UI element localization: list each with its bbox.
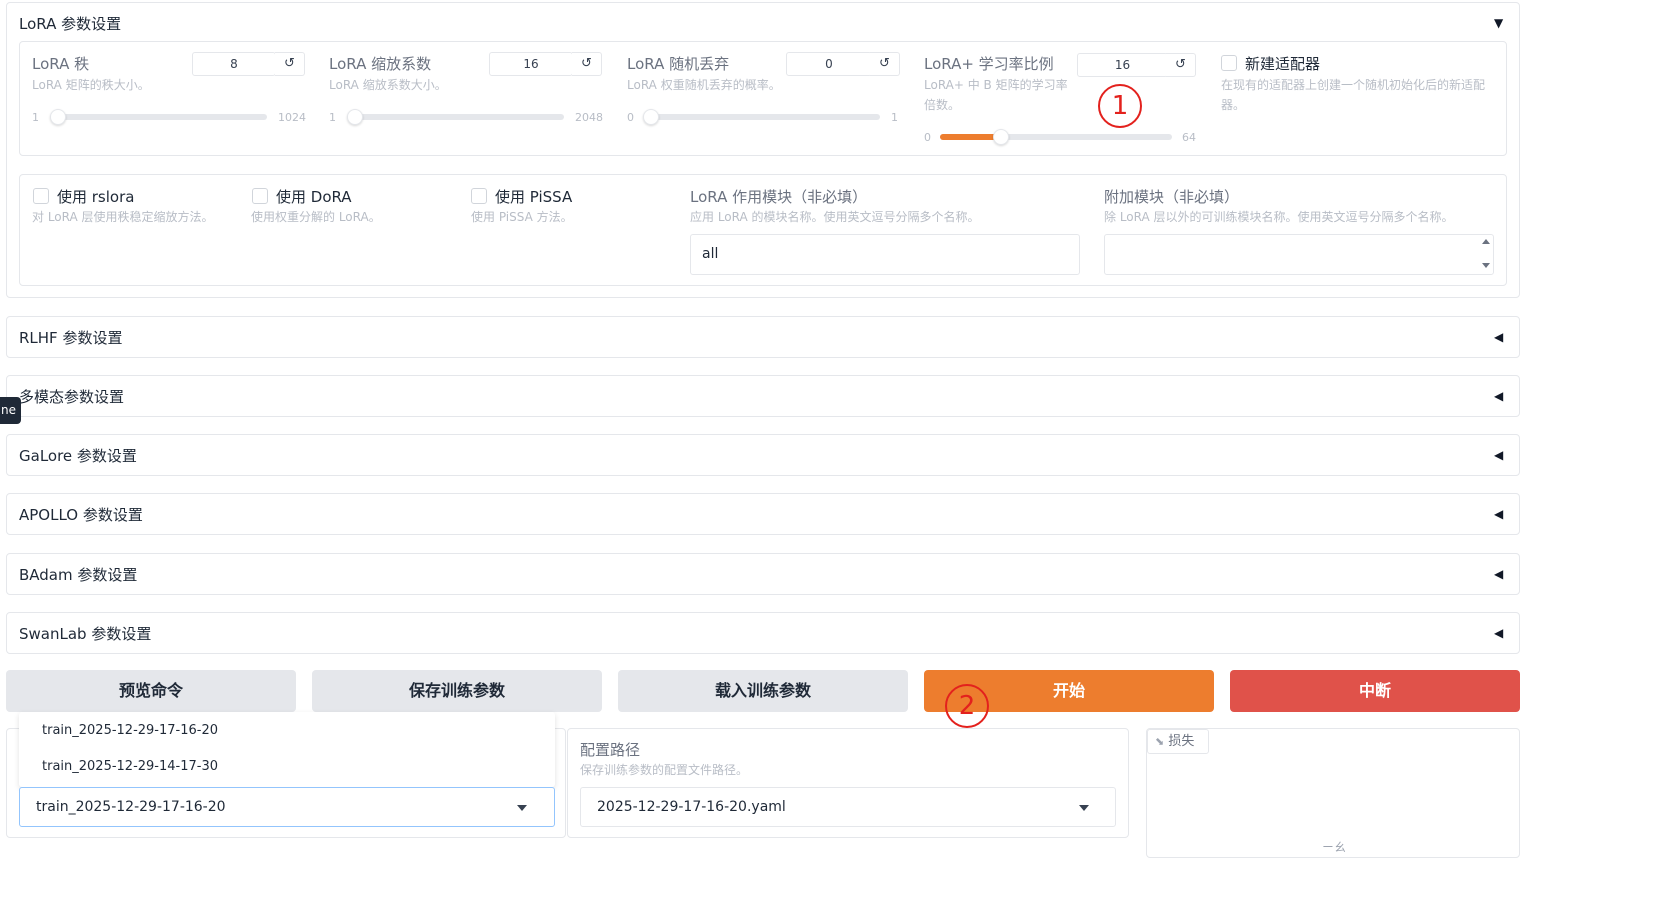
lora-target-info: 应用 LoRA 的模块名称。使用英文逗号分隔多个名称。 xyxy=(690,210,980,224)
accordion-apollo[interactable] xyxy=(6,493,1520,535)
lora-alpha-slider[interactable] xyxy=(347,114,564,120)
accordion-apollo-title[interactable]: APOLLO 参数设置 xyxy=(19,504,143,525)
accordion-swanlab-title[interactable]: SwanLab 参数设置 xyxy=(19,623,151,644)
accordion-rlhf-arrow-icon[interactable]: ◀ xyxy=(1494,330,1503,344)
loraplus-lr-ratio-slider-thumb[interactable] xyxy=(993,129,1009,145)
lora-dropout-input[interactable]: 0 xyxy=(786,52,872,76)
create-new-adapter-info: 在现有的适配器上创建一个随机初始化后的新适配器。 xyxy=(1221,78,1486,112)
loraplus-lr-ratio-max: 64 xyxy=(1182,131,1196,144)
lora-alpha-slider-thumb[interactable] xyxy=(347,109,363,125)
use-rslora-label[interactable]: 使用 rslora xyxy=(57,186,134,207)
lora-rank-slider[interactable] xyxy=(50,114,267,120)
lora-dropout-max: 1 xyxy=(891,111,898,124)
use-pissa-label[interactable]: 使用 PiSSA xyxy=(495,186,572,207)
chart-icon: ⬊ xyxy=(1155,735,1165,748)
loraplus-lr-ratio-min: 0 xyxy=(924,131,931,144)
use-dora-label[interactable]: 使用 DoRA xyxy=(276,186,352,207)
use-rslora-checkbox[interactable] xyxy=(33,188,49,204)
lora-alpha-input[interactable]: 16 xyxy=(489,52,573,76)
loraplus-lr-ratio-input[interactable]: 16 xyxy=(1077,53,1168,77)
lora-rank-min: 1 xyxy=(32,111,39,124)
lora-accordion-title[interactable]: LoRA 参数设置 xyxy=(19,13,121,34)
load-args-button[interactable]: 载入训练参数 xyxy=(618,670,908,712)
use-rslora-info: 对 LoRA 层使用秩稳定缩放方法。 xyxy=(32,210,214,224)
output-dir-chevron-down-icon[interactable] xyxy=(517,805,527,811)
accordion-galore[interactable] xyxy=(6,434,1520,476)
lora-alpha-reset-icon[interactable]: ↺ xyxy=(572,52,602,76)
annotation-marker-2-label: 2 xyxy=(958,691,976,721)
loraplus-lr-ratio-info: LoRA+ 中 B 矩阵的学习率倍数。 xyxy=(924,78,1068,112)
abort-button[interactable]: 中断 xyxy=(1230,670,1520,712)
use-pissa-checkbox[interactable] xyxy=(471,188,487,204)
lora-rank-reset-icon[interactable]: ↺ xyxy=(275,52,305,76)
lora-rank-label: LoRA 秩 xyxy=(32,55,90,73)
accordion-rlhf-title[interactable]: RLHF 参数设置 xyxy=(19,327,122,348)
scroll-down-icon[interactable] xyxy=(1482,263,1490,268)
loss-plot-label-tag: ⬊ 损失 xyxy=(1147,729,1209,754)
additional-target-label: 附加模块（非必填） xyxy=(1104,188,1240,206)
additional-target-input[interactable] xyxy=(1104,234,1494,275)
lora-rank-max: 1024 xyxy=(278,111,306,124)
create-new-adapter-label[interactable]: 新建适配器 xyxy=(1245,53,1320,74)
use-dora-checkbox[interactable] xyxy=(252,188,268,204)
output-dir-option[interactable]: train_2025-12-29-17-16-20 xyxy=(42,723,218,738)
lora-dropout-min: 0 xyxy=(627,111,634,124)
accordion-badam-title[interactable]: BAdam 参数设置 xyxy=(19,564,137,585)
lora-rank-info: LoRA 矩阵的秩大小。 xyxy=(32,78,150,92)
loraplus-lr-ratio-reset-icon[interactable]: ↺ xyxy=(1166,53,1196,77)
lora-target-value: all xyxy=(702,246,719,262)
output-dir-selected: train_2025-12-29-17-16-20 xyxy=(36,799,226,815)
lora-rank-slider-thumb[interactable] xyxy=(50,109,66,125)
annotation-marker-1-label: 1 xyxy=(1111,91,1129,121)
config-path-chevron-down-icon[interactable] xyxy=(1079,805,1089,811)
accordion-badam[interactable] xyxy=(6,553,1520,595)
accordion-galore-arrow-icon[interactable]: ◀ xyxy=(1494,448,1503,462)
preview-command-button[interactable]: 预览命令 xyxy=(6,670,296,712)
scroll-up-icon[interactable] xyxy=(1482,239,1490,244)
loss-plot-label: 损失 xyxy=(1168,734,1195,749)
accordion-multimodal-title[interactable]: 多模态参数设置 xyxy=(19,386,124,407)
config-path-label: 配置路径 xyxy=(580,741,641,759)
side-tab[interactable]: ne xyxy=(0,397,21,424)
lora-accordion-arrow-icon[interactable]: ▼ xyxy=(1494,16,1503,30)
output-dir-select[interactable]: train_2025-12-29-17-16-20 xyxy=(19,787,555,827)
loraplus-lr-ratio-slider-fill xyxy=(940,134,998,140)
lora-alpha-info: LoRA 缩放系数大小。 xyxy=(329,78,447,92)
side-tab-label: ne xyxy=(1,403,16,417)
use-dora-info: 使用权重分解的 LoRA。 xyxy=(251,210,381,224)
accordion-badam-arrow-icon[interactable]: ◀ xyxy=(1494,567,1503,581)
annotation-marker-1: 1 xyxy=(1098,84,1142,128)
lora-target-label: LoRA 作用模块（非必填） xyxy=(690,188,868,206)
accordion-swanlab[interactable] xyxy=(6,612,1520,654)
lora-dropout-info: LoRA 权重随机丢弃的概率。 xyxy=(627,78,781,92)
lora-dropout-slider-thumb[interactable] xyxy=(643,109,659,125)
lora-alpha-label: LoRA 缩放系数 xyxy=(329,55,432,73)
accordion-galore-title[interactable]: GaLore 参数设置 xyxy=(19,445,137,466)
loraplus-lr-ratio-label: LoRA+ 学习率比例 xyxy=(924,55,1054,73)
output-dir-option[interactable]: train_2025-12-29-14-17-30 xyxy=(42,759,218,774)
use-pissa-info: 使用 PiSSA 方法。 xyxy=(471,210,573,224)
lora-dropout-label: LoRA 随机丢弃 xyxy=(627,55,730,73)
config-path-select[interactable]: 2025-12-29-17-16-20.yaml xyxy=(580,787,1116,827)
accordion-multimodal-arrow-icon[interactable]: ◀ xyxy=(1494,389,1503,403)
lora-target-input[interactable]: all xyxy=(690,234,1080,275)
accordion-apollo-arrow-icon[interactable]: ◀ xyxy=(1494,507,1503,521)
accordion-rlhf[interactable] xyxy=(6,316,1520,358)
create-new-adapter-checkbox[interactable] xyxy=(1221,55,1237,71)
lora-alpha-min: 1 xyxy=(329,111,336,124)
lora-dropout-reset-icon[interactable]: ↺ xyxy=(870,52,900,76)
additional-target-info: 除 LoRA 层以外的可训练模块名称。使用英文逗号分隔多个名称。 xyxy=(1104,210,1454,224)
config-path-selected: 2025-12-29-17-16-20.yaml xyxy=(597,799,786,815)
lora-dropout-slider[interactable] xyxy=(645,114,880,120)
accordion-multimodal[interactable] xyxy=(6,375,1520,417)
annotation-marker-2: 2 xyxy=(945,684,989,728)
loss-plot-placeholder: ㄧㄠ xyxy=(1322,840,1347,854)
lora-alpha-max: 2048 xyxy=(575,111,603,124)
config-path-info: 保存训练参数的配置文件路径。 xyxy=(580,763,749,777)
save-args-button[interactable]: 保存训练参数 xyxy=(312,670,602,712)
lora-rank-input[interactable]: 8 xyxy=(192,52,276,76)
accordion-swanlab-arrow-icon[interactable]: ◀ xyxy=(1494,626,1503,640)
